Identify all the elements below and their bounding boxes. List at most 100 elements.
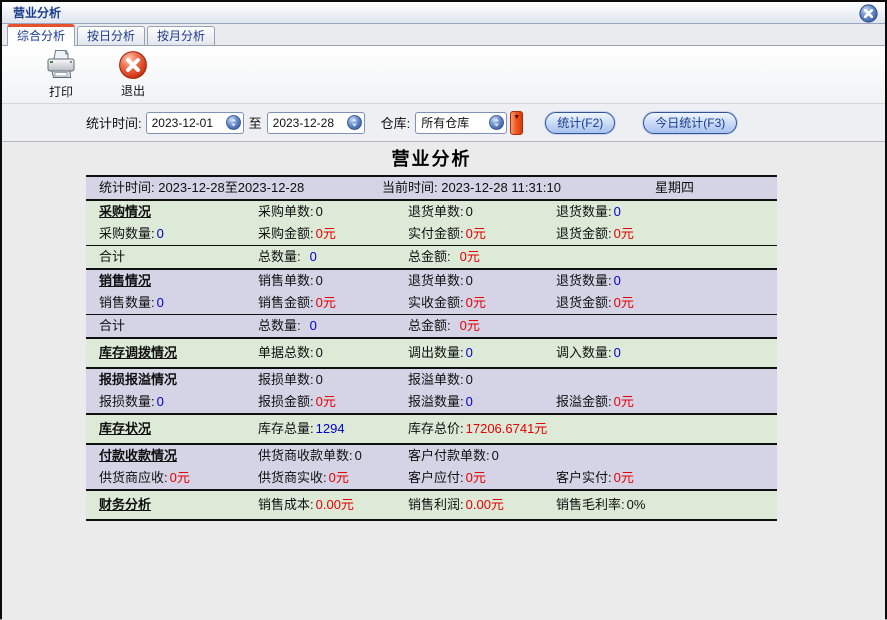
cell-label: 调入数量: <box>556 345 612 360</box>
cell-value: 1294 <box>316 421 345 436</box>
report-cell: 供货商实收:0元 <box>258 467 349 489</box>
print-button[interactable]: 打印 <box>32 49 90 101</box>
report-cell: 总金额:0元 <box>408 315 480 337</box>
report-cell: 报溢数量:0 <box>408 391 473 413</box>
report-section-sales: 销售情况销售单数:0退货单数:0退货数量:0销售数量:0销售金额:0元实收金额:… <box>86 268 777 337</box>
report-cell: 报损单数:0 <box>258 369 323 391</box>
cell-value: 0元 <box>614 295 634 310</box>
cell-label: 库存总量: <box>258 421 314 436</box>
filter-bar: 统计时间: 2023-12-01 至 2023-12-28 仓库: 所有仓库 <box>2 104 885 141</box>
cell-label: 退货金额: <box>556 226 612 241</box>
cell-value: 17206.6741元 <box>466 421 548 436</box>
report-cell: 单据总数:0 <box>258 339 323 367</box>
date-to-input[interactable]: 2023-12-28 <box>267 112 365 134</box>
cell-label: 报损金额: <box>258 394 314 409</box>
report-cell: 总金额:0元 <box>408 246 480 268</box>
cell-label: 销售数量: <box>99 295 155 310</box>
section-title: 销售情况 <box>99 270 151 292</box>
cell-label: 调出数量: <box>408 345 464 360</box>
close-button[interactable] <box>859 4 878 23</box>
report-row: 库存调拨情况 单据总数:0 调出数量: 0 调入数量:0 <box>86 339 777 367</box>
cell-label: 退货单数: <box>408 273 464 288</box>
window-title: 营业分析 <box>13 4 61 21</box>
report-section-finance: 财务分析销售成本:0.00元销售利润:0.00元销售毛利率:0% <box>86 489 777 519</box>
cell-value: 0元 <box>316 226 336 241</box>
cell-value: 0 <box>355 448 362 463</box>
report-cell: 调入数量:0 <box>556 339 621 367</box>
report-cell: 供货商收款单数:0 <box>258 445 362 467</box>
exit-button[interactable]: 退出 <box>104 49 162 101</box>
cell-value: 0 <box>316 345 323 360</box>
cell-label: 采购单数: <box>258 204 314 219</box>
cell-value: 0元 <box>329 470 349 485</box>
report-cell: 退货金额:0元 <box>556 223 634 245</box>
report-cell: 采购金额:0元 <box>258 223 336 245</box>
warehouse-dropdown-button[interactable]: ▼ <box>510 111 523 135</box>
report-cell: 总数量:0 <box>258 315 317 337</box>
cell-label: 总数量: <box>258 318 301 333</box>
cell-value: 0 <box>466 204 473 219</box>
report-section-purchase: 采购情况采购单数:0退货单数:0退货数量:0采购数量:0采购金额:0元实付金额:… <box>86 199 777 268</box>
date-from-spinner-icon[interactable] <box>226 115 241 130</box>
report-cell: 客户应付:0元 <box>408 467 486 489</box>
app-window: 营业分析 综合分析 按日分析 按月分析 <box>0 0 887 619</box>
report-row: 报损报溢情况 报损单数:0 报溢单数:0 <box>86 369 777 391</box>
cell-value: 0元 <box>466 470 486 485</box>
print-button-label: 打印 <box>49 83 73 100</box>
cell-label: 实收金额: <box>408 295 464 310</box>
cell-value: 0元 <box>614 470 634 485</box>
report-cell: 报损金额:0元 <box>258 391 336 413</box>
date-from-input[interactable]: 2023-12-01 <box>146 112 244 134</box>
report-row: 合计总数量:0总金额:0元 <box>86 246 777 268</box>
report-cell: 退货数量:0 <box>556 270 621 292</box>
warehouse-spinner-icon[interactable] <box>489 115 504 130</box>
cell-label: 库存总价: <box>408 421 464 436</box>
tab-daily-analysis[interactable]: 按日分析 <box>77 26 145 45</box>
cell-label: 报溢金额: <box>556 394 612 409</box>
section-title: 付款收款情况 <box>99 445 177 467</box>
cell-value: 0 <box>316 273 323 288</box>
today-statistics-button[interactable]: 今日统计(F3) <box>643 112 737 134</box>
report-cell: 合计 <box>99 246 125 268</box>
report-row: 销售数量:0销售金额:0元实收金额:0元退货金额:0元 <box>86 292 777 314</box>
cell-value: 0 <box>316 372 323 387</box>
cell-label: 客户实付: <box>556 470 612 485</box>
report-row: 销售情况销售单数:0退货单数:0退货数量:0 <box>86 270 777 292</box>
report-cell: 退货数量:0 <box>556 201 621 223</box>
cell-value: 0 <box>157 295 164 310</box>
cell-label: 供货商收款单数: <box>258 448 353 463</box>
report-cell: 合计 <box>99 315 125 337</box>
report-header-row: 统计时间: 2023-12-28至2023-12-28 当前时间: 2023-1… <box>86 177 777 199</box>
cell-value: 0元 <box>170 470 190 485</box>
date-to-spinner-icon[interactable] <box>347 115 362 130</box>
cell-value: 0元 <box>316 295 336 310</box>
cell-label: 采购数量: <box>99 226 155 241</box>
cell-value: 0 <box>316 204 323 219</box>
report-cell: 销售毛利率:0% <box>556 491 645 519</box>
report-cell: 销售金额:0元 <box>258 292 336 314</box>
cell-label: 销售毛利率: <box>556 497 625 512</box>
statistics-button[interactable]: 统计(F2) <box>545 112 615 134</box>
report-cell: 报溢单数:0 <box>408 369 473 391</box>
date-to-value: 2023-12-28 <box>273 116 334 130</box>
tab-comprehensive-analysis[interactable]: 综合分析 <box>7 24 75 46</box>
warehouse-select[interactable]: 所有仓库 <box>415 112 507 134</box>
cell-value: 0 <box>614 273 621 288</box>
report-cell: 库存总价:17206.6741元 <box>408 415 547 443</box>
title-bar: 营业分析 <box>2 2 885 24</box>
report-cell: 客户付款单数:0 <box>408 445 499 467</box>
cell-value: 0.00元 <box>316 497 354 512</box>
tab-monthly-analysis[interactable]: 按月分析 <box>147 26 215 45</box>
section-title: 库存调拨情况 <box>99 339 177 367</box>
report-cell: 退货单数:0 <box>408 270 473 292</box>
section-title: 库存状况 <box>99 415 151 443</box>
cell-label: 客户应付: <box>408 470 464 485</box>
cell-value: 0 <box>466 372 473 387</box>
cell-label: 总金额: <box>408 318 451 333</box>
section-title: 报损报溢情况 <box>99 369 177 391</box>
cell-value: 0元 <box>614 226 634 241</box>
report-cell: 退货金额:0元 <box>556 292 634 314</box>
header-weekday: 星期四 <box>655 177 694 199</box>
report-cell: 客户实付:0元 <box>556 467 634 489</box>
cell-value: 0元 <box>466 226 486 241</box>
